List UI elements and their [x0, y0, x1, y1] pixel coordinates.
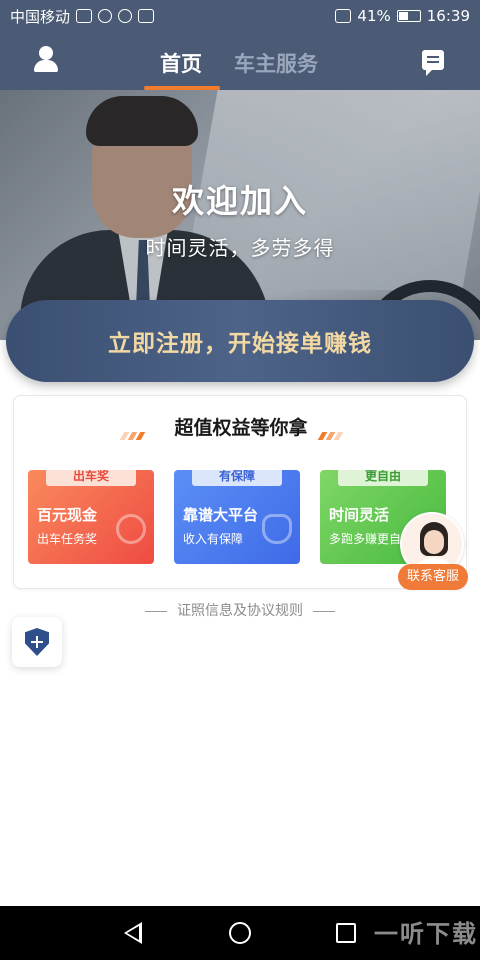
tab-home[interactable]: 首页: [160, 48, 202, 78]
benefit-badge: 有保障: [192, 470, 282, 486]
benefit-badge: 更自由: [338, 470, 428, 486]
top-nav: 首页 车主服务: [0, 32, 480, 90]
battery-percent: 41%: [357, 7, 391, 25]
license-link[interactable]: 证照信息及协议规则: [0, 600, 480, 620]
benefit-title: 时间灵活: [329, 506, 390, 524]
back-icon[interactable]: [124, 922, 142, 944]
tab-owner-service[interactable]: 车主服务: [234, 48, 318, 78]
benefit-title: 百元现金: [37, 506, 98, 524]
home-icon[interactable]: [229, 922, 251, 944]
customer-service-label: 联系客服: [398, 564, 468, 590]
recent-apps-icon[interactable]: [336, 923, 356, 943]
user-icon[interactable]: [34, 46, 58, 72]
app-screen: 中国移动 41% 16:39 首页 车主服务 欢迎加入 时间灵活，多劳多得 立即…: [0, 0, 480, 960]
map-notification-icon: [118, 9, 133, 23]
app-notification-icon: [76, 9, 93, 23]
battery-icon: [396, 10, 421, 22]
benefit-badge: 出车奖: [46, 470, 136, 486]
settings-notification-icon: [138, 9, 155, 23]
signal-icon: [335, 9, 352, 23]
hero-title: 欢迎加入: [171, 182, 308, 220]
clock: 16:39: [426, 7, 470, 25]
message-icon[interactable]: [422, 50, 444, 76]
watermark-text: 一听下载: [374, 920, 478, 948]
register-button[interactable]: 立即注册，开始接单赚钱: [6, 300, 474, 382]
customer-service-button[interactable]: 联系客服: [398, 512, 468, 592]
benefit-card-cash[interactable]: 出车奖 百元现金 出车任务奖: [28, 470, 154, 564]
benefit-subtitle: 出车任务奖: [37, 532, 98, 546]
benefits-title: 超值权益等你拿: [174, 417, 308, 439]
benefit-card-platform[interactable]: 有保障 靠谱大平台 收入有保障: [174, 470, 300, 564]
benefit-subtitle: 多跑多赚更自: [329, 532, 402, 546]
benefit-title: 靠谱大平台: [183, 506, 259, 524]
shield-star-icon: [262, 514, 292, 544]
safety-shield-button[interactable]: [12, 617, 62, 667]
benefit-subtitle: 收入有保障: [183, 532, 244, 546]
license-link-label: 证照信息及协议规则: [177, 603, 303, 619]
hero-subtitle: 时间灵活，多劳多得: [145, 236, 335, 260]
register-button-label: 立即注册，开始接单赚钱: [108, 331, 372, 357]
status-bar: 中国移动 41% 16:39: [0, 0, 480, 32]
title-decoration-right: [317, 425, 348, 440]
chat-notification-icon: [98, 9, 113, 23]
carrier-label: 中国移动: [10, 7, 71, 26]
money-bag-icon: [116, 514, 146, 544]
